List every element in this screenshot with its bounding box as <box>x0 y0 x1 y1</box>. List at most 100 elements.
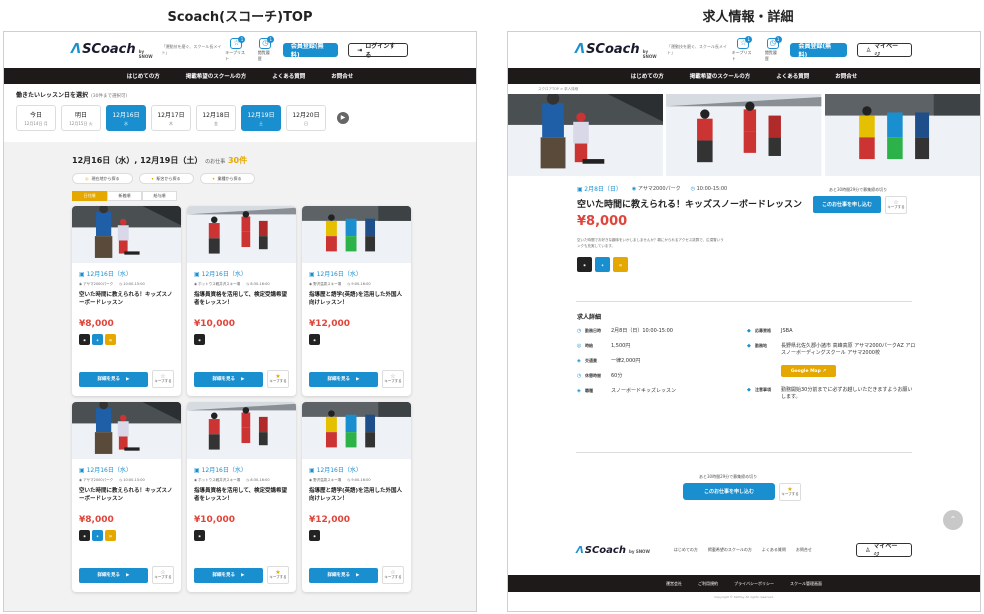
login-button[interactable]: ⇥ ログインする <box>348 43 409 59</box>
beginner-ok-icon: ◉ <box>194 334 205 345</box>
keep-button[interactable]: ☆ キープする <box>152 566 174 584</box>
keep-button[interactable]: ☆ キープする <box>152 370 174 388</box>
nav-beginners[interactable]: はじめての方 <box>127 72 160 80</box>
date-option[interactable]: 12月18日金 <box>196 105 236 131</box>
sort-new[interactable]: 新着順 <box>107 191 142 201</box>
lift-ticket-icon: ◈ <box>595 257 610 272</box>
job-card[interactable]: ▣ 12月16日（水） ◉ 野沢温泉スキー場 ◷ 9:00-16:00 指導歴と語学(… <box>302 402 411 592</box>
footer-bar-link[interactable]: 運営会社 <box>666 581 682 587</box>
beginner-ok-icon: ◉ <box>194 530 205 541</box>
gallery-photo[interactable] <box>824 94 980 176</box>
filter-location[interactable]: ◎ 現在地から探る <box>72 173 133 184</box>
keep-list-link[interactable]: ☆ 1 キープリスト <box>225 36 248 62</box>
footer-logo[interactable]: Λ SCoach by SNOW <box>576 545 650 556</box>
detail-button[interactable]: 詳細を見る ▶ <box>194 371 263 387</box>
filter-station[interactable]: ▾ 駅名から探る <box>138 173 194 184</box>
gallery-photo[interactable] <box>508 94 664 176</box>
job-price: ¥12,000 <box>309 515 350 525</box>
job-badges: ◉ <box>194 530 296 541</box>
apply-button[interactable]: このお仕事を申し込む <box>813 196 881 213</box>
job-place: ◉ アサマ2000パーク <box>631 186 681 192</box>
nav-schools[interactable]: 掲載希望のスクールの方 <box>186 72 247 80</box>
site-header: Λ SCoach by SNOW 「運動技を磨ぐ、スクール長メイト」 ☆ 1 キープリス… <box>4 32 476 68</box>
job-date: ▣ 2月8日（日） <box>577 186 622 193</box>
breadcrumb[interactable]: スクロアTOP > 求人詳細 <box>508 84 980 94</box>
nav-beginners[interactable]: はじめての方 <box>631 72 664 80</box>
date-option[interactable]: 12月20日日 <box>286 105 326 131</box>
site-logo[interactable]: Λ SCoach by SNOW <box>71 42 157 59</box>
job-badges: ◉ <box>194 334 296 345</box>
nav-contact[interactable]: お問合せ <box>331 72 353 80</box>
detail-button[interactable]: 詳細を見る ▶ <box>309 371 378 387</box>
register-button[interactable]: 会員登録(無料) <box>282 43 339 59</box>
info-icon: ◈ <box>577 358 581 364</box>
filter-category[interactable]: ▾ 業種から探る <box>199 173 255 184</box>
footer-bar-link[interactable]: ご利用規約 <box>698 581 718 587</box>
footer-link[interactable]: 掲載希望のスクールの方 <box>708 547 752 553</box>
keep-button[interactable]: ☆ キープする <box>885 196 907 214</box>
footer-bar: 運営会社 ご利用規約 プライバシーポリシー スクール管理画面 <box>508 575 980 592</box>
keep-button[interactable]: ★ キープする <box>779 483 801 501</box>
job-title: 指導歴と語学(英語)を活用した外国人向けレッスン！ <box>309 488 403 502</box>
site-logo[interactable]: Λ SCoach by SNOW <box>575 42 662 59</box>
job-date: ▣ 12月16日（水） <box>194 271 247 278</box>
keep-button[interactable]: ☆ キープする <box>382 566 404 584</box>
footer-bar-link[interactable]: スクール管理画面 <box>790 581 822 587</box>
keep-button[interactable]: ★ キープする <box>267 566 289 584</box>
login-icon: ⇥ <box>357 46 363 54</box>
nav-faq[interactable]: よくある質問 <box>776 72 809 80</box>
detail-button[interactable]: 詳細を見る ▶ <box>309 567 378 583</box>
sort-salary[interactable]: 給与順 <box>142 191 177 201</box>
mypage-button[interactable]: ♙ マイページ <box>856 43 912 59</box>
date-option[interactable]: 12月19日土 <box>241 105 281 131</box>
chevron-right-icon: ▶ <box>356 376 360 382</box>
footer-mypage-button[interactable]: ♙ マイページ <box>856 543 912 559</box>
job-time: ◷ 8:30-16:00 <box>246 282 270 286</box>
date-option[interactable]: 12月16日水 <box>106 105 146 131</box>
info-icon: ◷ <box>577 328 582 334</box>
apply-button[interactable]: このお仕事を申し込む <box>683 483 775 500</box>
footer-link[interactable]: はじめての方 <box>674 547 698 553</box>
job-card[interactable]: ▣ 12月16日（水） ◉ ホットウス軽井沢スキー場 ◷ 8:30-16:00 指導員… <box>187 402 296 592</box>
job-place: ◉ ホットウス軽井沢スキー場 <box>194 282 241 286</box>
gallery-photo[interactable] <box>666 94 822 176</box>
job-photo <box>72 402 181 459</box>
footer-link[interactable]: よくある質問 <box>762 547 786 553</box>
detail-button[interactable]: 詳細を見る ▶ <box>79 567 148 583</box>
meal-icon: ▤ <box>105 530 116 541</box>
nav-faq[interactable]: よくある質問 <box>272 72 305 80</box>
date-option[interactable]: 今日 12月14日 月 <box>16 105 56 131</box>
info-icon: ◆ <box>747 343 751 349</box>
keep-button[interactable]: ★ キープする <box>267 370 289 388</box>
job-card[interactable]: ▣ 12月16日（水） ◉ ホットウス軽井沢スキー場 ◷ 8:30-16:00 指導員… <box>187 206 296 396</box>
keep-button[interactable]: ☆ キープする <box>382 370 404 388</box>
sort-date[interactable]: 日付順 <box>72 191 107 201</box>
copyright: Copyright © SkiPlay All rights reserved. <box>714 595 774 599</box>
info-icon: ◈ <box>577 388 581 394</box>
nav-schools[interactable]: 掲載希望のスクールの方 <box>690 72 751 80</box>
footer-link[interactable]: お問合せ <box>796 547 812 553</box>
job-card[interactable]: ▣ 12月16日（水） ◉ アサマ2000パーク ◷ 10:00-15:00 空いた時… <box>72 206 181 396</box>
date-option[interactable]: 明日 12月15日 火 <box>61 105 101 131</box>
detail-button[interactable]: 詳細を見る ▶ <box>79 371 148 387</box>
footer-bar-link[interactable]: プライバシーポリシー <box>734 581 774 587</box>
next-dates-arrow-icon[interactable]: ▶ <box>337 112 349 124</box>
keep-list-link[interactable]: ☆ 1 キープリスト <box>732 36 755 62</box>
nav-contact[interactable]: お問合せ <box>835 72 857 80</box>
date-picker: 働きたいレッスン日を選択 (30件まで選択可) 今日 12月14日 月明日 12月15… <box>4 84 476 137</box>
history-link[interactable]: ◷ 1 閲覧履歴 <box>765 36 782 62</box>
apply-box-bottom: あと30時間29分で募集締め切り このお仕事を申し込む ★ キープする <box>683 474 801 501</box>
calendar-icon: ▣ <box>79 467 85 474</box>
history-link[interactable]: ◷ 1 閲覧履歴 <box>258 36 275 62</box>
job-price: ¥8,000 <box>79 515 114 525</box>
photo-gallery <box>508 94 980 176</box>
google-map-button[interactable]: Google Map ↗ <box>781 365 836 377</box>
date-option[interactable]: 12月17日木 <box>151 105 191 131</box>
job-card[interactable]: ▣ 12月16日（水） ◉ 野沢温泉スキー場 ◷ 9:00-16:00 指導歴と語学(… <box>302 206 411 396</box>
job-card[interactable]: ▣ 12月16日（水） ◉ アサマ2000パーク ◷ 10:00-15:00 空いた時… <box>72 402 181 592</box>
user-icon: ♙ <box>865 546 871 554</box>
detail-page-screenshot: Λ SCoach by SNOW 「運動技を磨ぐ、スクール長メイト」 ☆ 1 キープリス… <box>507 31 981 612</box>
job-title: 空いた時間に教えられる！キッズスノーボードレッスン <box>79 488 173 502</box>
detail-button[interactable]: 詳細を見る ▶ <box>194 567 263 583</box>
register-button[interactable]: 会員登録(無料) <box>790 43 847 59</box>
